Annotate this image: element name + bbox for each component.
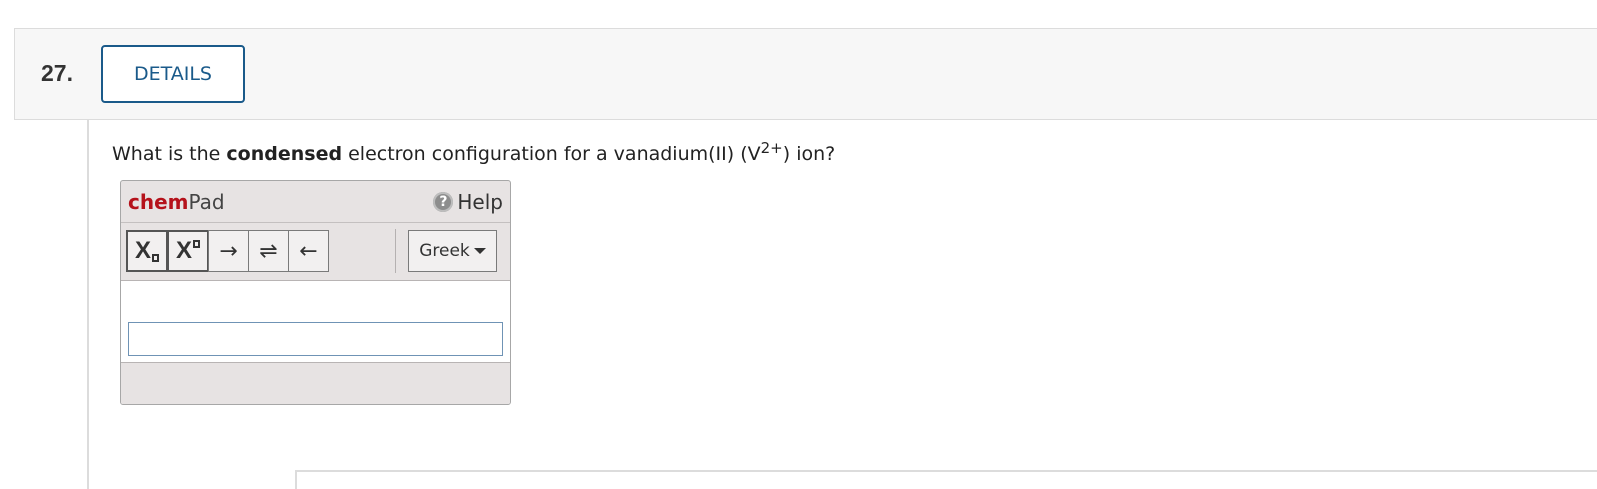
help-label: Help xyxy=(457,190,503,214)
left-arrow-icon: ← xyxy=(299,238,318,264)
chempad-toolbar: X X → ⇌ ← Greek xyxy=(121,223,510,281)
equilibrium-arrow-button[interactable]: ⇌ xyxy=(248,230,289,272)
chempad-footer xyxy=(121,363,510,404)
chempad-title-bar: chemPad ? Help xyxy=(121,181,510,223)
right-arrow-button[interactable]: → xyxy=(208,230,249,272)
details-button[interactable]: DETAILS xyxy=(101,45,245,103)
chempad-logo: chemPad xyxy=(128,190,225,214)
chempad-logo-chem: chem xyxy=(128,190,189,214)
help-icon: ? xyxy=(433,192,454,212)
subscript-button-label: X xyxy=(134,237,151,264)
right-arrow-icon: → xyxy=(219,238,238,264)
chempad-body xyxy=(121,281,510,363)
question-header: 27. DETAILS xyxy=(14,28,1597,120)
next-section-box xyxy=(295,470,1597,489)
toolbar-divider xyxy=(395,229,396,273)
charge-superscript: 2+ xyxy=(760,139,783,157)
chevron-down-icon xyxy=(473,248,486,254)
equilibrium-arrow-icon: ⇌ xyxy=(259,238,278,264)
help-link[interactable]: ? Help xyxy=(433,190,503,214)
greek-dropdown-button[interactable]: Greek xyxy=(408,230,497,272)
left-arrow-button[interactable]: ← xyxy=(288,230,329,272)
superscript-button-label: X xyxy=(175,237,192,264)
superscript-button[interactable]: X xyxy=(167,230,209,272)
question-number: 27. xyxy=(41,60,73,86)
chempad-answer-input[interactable] xyxy=(128,322,503,356)
chempad-logo-pad: Pad xyxy=(188,190,225,214)
chempad-widget: chemPad ? Help X X → ⇌ ← Greek xyxy=(120,180,511,405)
question-text: What is the condensed electron configura… xyxy=(112,141,836,166)
greek-dropdown-label: Greek xyxy=(419,241,470,261)
subscript-box-icon xyxy=(152,254,159,262)
question-text-bold: condensed xyxy=(226,143,343,165)
question-left-rule xyxy=(87,120,89,489)
subscript-button[interactable]: X xyxy=(126,230,168,272)
superscript-box-icon xyxy=(193,240,200,248)
question-text-part1: What is the xyxy=(112,143,227,165)
question-text-part2: electron configuration for a vanadium(II… xyxy=(342,143,761,165)
format-tool-group: X X → ⇌ ← xyxy=(126,230,329,272)
question-text-part3: ) ion? xyxy=(782,143,836,165)
